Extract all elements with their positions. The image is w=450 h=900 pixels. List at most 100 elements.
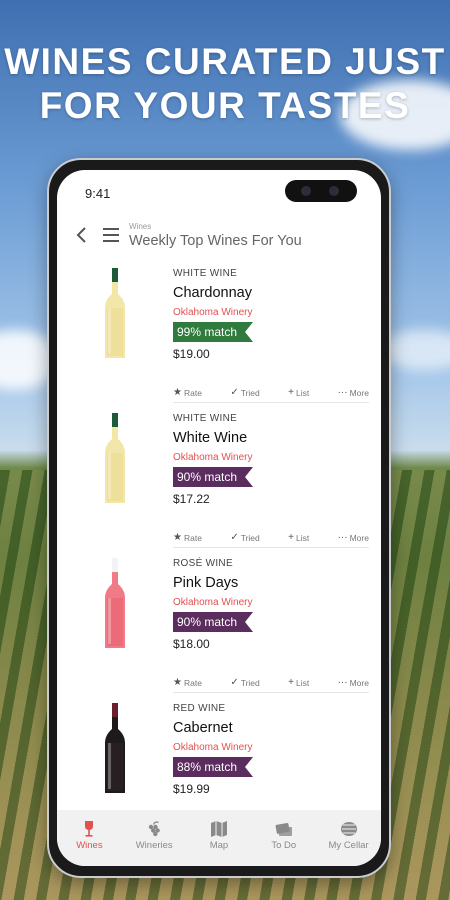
match-badge: 88% match [173,757,253,777]
wine-info: WHITE WINE White Wine Oklahoma Winery 90% m… [173,413,369,506]
add-to-list-button[interactable]: +List [288,387,309,398]
wine-name[interactable]: Pink Days [173,575,369,591]
tab-wines[interactable]: Wines [60,818,118,866]
tab-label: Wines [76,840,103,851]
tried-button[interactable]: ✓Tried [230,387,259,398]
wine-bottle-image [103,268,127,360]
wine-list-item[interactable]: ROSÉ WINE Pink Days Oklahoma Winery 90% mat… [57,558,381,703]
list-label: List [295,387,310,398]
wine-type: WHITE WINE [173,268,238,279]
rate-label: Rate [183,677,202,688]
rate-label: Rate [183,387,202,398]
wine-info: RED WINE Cabernet Oklahoma Winery 88% match… [173,703,369,796]
match-badge: 90% match [173,467,253,487]
wine-info: WHITE WINE Chardonnay Oklahoma Winery 99% m… [173,268,369,361]
more-dots-icon: ··· [337,387,348,398]
winery-link[interactable]: Oklahoma Winery [173,452,369,463]
promo-headline: WINES CURATED JUST FOR YOUR TASTES [0,40,450,128]
grapes-icon [125,818,183,840]
tab-label: To Do [271,840,297,851]
app-screen: 9:41 Wines Weekly Top Wines For You WHIT… [57,170,381,866]
wine-actions: ★Rate ✓Tried +List ···More [173,673,369,693]
map-icon [190,818,248,840]
wine-type: WHITE WINE [173,413,238,424]
wine-name[interactable]: White Wine [173,430,369,446]
wine-list-item[interactable]: WHITE WINE Chardonnay Oklahoma Winery 99% m… [57,268,381,413]
hamburger-menu-icon[interactable] [103,228,119,242]
more-button[interactable]: ···More [338,387,369,398]
barrel-icon [320,818,378,840]
add-to-list-button[interactable]: +List [288,532,309,543]
wine-actions: ★Rate ✓Tried +List ···More [173,528,369,548]
star-icon: ★ [173,532,182,543]
star-icon: ★ [173,387,182,398]
wine-info: ROSÉ WINE Pink Days Oklahoma Winery 90% mat… [173,558,369,651]
phone-frame: 9:41 Wines Weekly Top Wines For You WHIT… [47,158,391,878]
wine-bottle-image [103,558,127,650]
page-title: Weekly Top Wines For You [129,233,302,249]
wine-price: $17.22 [173,492,210,506]
wine-list-item[interactable]: WHITE WINE White Wine Oklahoma Winery 90% m… [57,413,381,558]
rate-button[interactable]: ★Rate [173,532,202,543]
tab-my-cellar[interactable]: My Cellar [320,818,378,866]
wine-name[interactable]: Cabernet [173,720,369,736]
wine-bottle-image [103,413,127,505]
tab-map[interactable]: Map [190,818,248,866]
wine-glass-icon [60,818,118,840]
list-label: List [295,532,310,543]
check-icon: ✓ [230,532,239,543]
more-label: More [349,387,369,398]
tab-label: Wineries [135,840,173,851]
app-bar: Wines Weekly Top Wines For You [57,212,381,256]
tried-label: Tried [240,387,260,398]
breadcrumb[interactable]: Wines [129,222,151,231]
camera-cutout [285,180,357,202]
tried-label: Tried [240,677,260,688]
tab-label: My Cellar [328,840,369,851]
tried-button[interactable]: ✓Tried [230,677,259,688]
plus-icon: + [288,387,294,398]
rate-button[interactable]: ★Rate [173,677,202,688]
wine-actions: ★Rate ✓Tried +List ···More [173,383,369,403]
wine-price: $19.00 [173,347,210,361]
check-icon: ✓ [230,677,239,688]
tab-wineries[interactable]: Wineries [125,818,183,866]
rate-button[interactable]: ★Rate [173,387,202,398]
tab-label: Map [209,840,229,851]
wine-type: RED WINE [173,703,226,714]
add-to-list-button[interactable]: +List [288,677,309,688]
headline-line-1: WINES CURATED JUST [4,41,446,82]
wine-list: WHITE WINE Chardonnay Oklahoma Winery 99% m… [57,268,381,848]
more-dots-icon: ··· [337,677,348,688]
tried-button[interactable]: ✓Tried [230,532,259,543]
tried-label: Tried [240,532,260,543]
wine-type: ROSÉ WINE [173,558,233,569]
ticket-icon [255,818,313,840]
more-button[interactable]: ···More [338,677,369,688]
plus-icon: + [288,532,294,543]
list-label: List [295,677,310,688]
winery-link[interactable]: Oklahoma Winery [173,742,369,753]
bottom-tab-bar: Wines Wineries Map To Do My Cellar [57,810,381,866]
status-bar: 9:41 [57,170,381,206]
wine-name[interactable]: Chardonnay [173,285,369,301]
tab-to-do[interactable]: To Do [255,818,313,866]
wine-bottle-image [103,703,127,795]
status-time: 9:41 [85,186,111,201]
headline-line-2: FOR YOUR TASTES [39,85,411,126]
more-label: More [349,677,369,688]
more-dots-icon: ··· [337,532,348,543]
winery-link[interactable]: Oklahoma Winery [173,597,369,608]
more-label: More [349,532,369,543]
star-icon: ★ [173,677,182,688]
plus-icon: + [288,677,294,688]
wine-price: $19.99 [173,782,210,796]
winery-link[interactable]: Oklahoma Winery [173,307,369,318]
more-button[interactable]: ···More [338,532,369,543]
match-badge: 90% match [173,612,253,632]
wine-price: $18.00 [173,637,210,651]
match-badge: 99% match [173,322,253,342]
back-arrow-icon[interactable] [75,226,89,244]
rate-label: Rate [183,532,202,543]
check-icon: ✓ [230,387,239,398]
